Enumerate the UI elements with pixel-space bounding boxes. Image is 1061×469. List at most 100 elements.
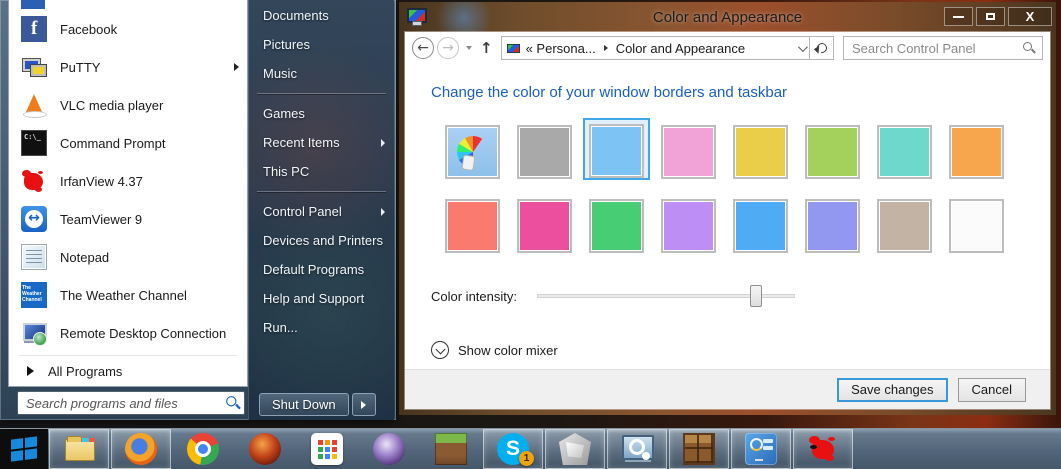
place-label: Documents bbox=[263, 8, 329, 23]
shut-down-button[interactable]: Shut Down bbox=[259, 393, 349, 416]
start-menu-place-recent-items[interactable]: Recent Items bbox=[249, 128, 394, 157]
start-menu-place-default-programs[interactable]: Default Programs bbox=[249, 255, 394, 284]
minimize-button[interactable] bbox=[944, 7, 973, 26]
swatch-color[interactable] bbox=[733, 199, 788, 253]
taskbar-button-palemoon[interactable] bbox=[235, 429, 295, 469]
taskbar-button-file-explorer[interactable] bbox=[49, 429, 109, 469]
color-swatch-white[interactable] bbox=[949, 199, 1021, 253]
start-menu-place-music[interactable]: Music bbox=[249, 59, 394, 88]
back-button[interactable]: ← bbox=[412, 37, 434, 59]
up-button[interactable]: ↑ bbox=[480, 41, 493, 56]
taskbar-button-minecraft-grass[interactable] bbox=[421, 429, 481, 469]
color-swatch-sky-blue[interactable] bbox=[589, 124, 661, 180]
recent-pages-dropdown[interactable] bbox=[466, 46, 472, 50]
taskbar-button-firefox[interactable] bbox=[111, 429, 171, 469]
color-swatch-gray[interactable] bbox=[517, 125, 589, 179]
start-menu-place-pictures[interactable]: Pictures bbox=[249, 30, 394, 59]
color-swatch-violet[interactable] bbox=[661, 199, 733, 253]
color-swatch-green[interactable] bbox=[589, 199, 661, 253]
taskbar-button-display-settings[interactable] bbox=[731, 429, 791, 469]
color-swatch-salmon-red[interactable] bbox=[445, 199, 517, 253]
taskbar-button-irfanview[interactable] bbox=[793, 429, 853, 469]
start-search-box[interactable] bbox=[17, 391, 245, 415]
command-prompt-icon bbox=[21, 130, 47, 156]
save-changes-button[interactable]: Save changes bbox=[837, 378, 947, 402]
start-menu-item-remote-desktop-connection[interactable]: Remote Desktop Connection bbox=[9, 314, 247, 352]
address-dropdown-icon[interactable] bbox=[798, 42, 808, 52]
shut-down-options-button[interactable] bbox=[352, 393, 376, 416]
start-menu-place-run-[interactable]: Run... bbox=[249, 313, 394, 342]
color-swatch-lime-green[interactable] bbox=[805, 125, 877, 179]
breadcrumb-current[interactable]: Color and Appearance bbox=[616, 41, 745, 56]
swatch-color[interactable] bbox=[517, 125, 572, 179]
control-panel-search-input[interactable] bbox=[850, 40, 1022, 57]
taskbar-button-sweet-home-3d[interactable] bbox=[545, 429, 605, 469]
color-swatch-automatic[interactable] bbox=[445, 125, 517, 179]
swatch-color[interactable] bbox=[589, 124, 644, 178]
swatch-color[interactable] bbox=[661, 125, 716, 179]
start-menu-place-documents[interactable]: Documents bbox=[249, 1, 394, 30]
color-swatch-blue[interactable] bbox=[733, 199, 805, 253]
refresh-button[interactable] bbox=[810, 36, 834, 60]
start-menu-item-facebook[interactable]: Facebook bbox=[9, 10, 247, 48]
color-swatch-row-2 bbox=[445, 197, 1050, 255]
swatch-color[interactable] bbox=[805, 199, 860, 253]
swatch-color[interactable] bbox=[805, 125, 860, 179]
start-menu-item-vlc-media-player[interactable]: VLC media player bbox=[9, 86, 247, 124]
save-changes-label: Save changes bbox=[851, 382, 933, 397]
start-menu-item-teamviewer-9[interactable]: TeamViewer 9 bbox=[9, 200, 247, 238]
chevron-down-icon[interactable] bbox=[431, 341, 449, 359]
cancel-button[interactable]: Cancel bbox=[958, 378, 1026, 402]
taskbar-button-screen-magnifier[interactable] bbox=[607, 429, 667, 469]
swatch-color[interactable] bbox=[517, 199, 572, 253]
taskbar-button-skype[interactable]: 1 bbox=[483, 429, 543, 469]
menu-item-label: VLC media player bbox=[60, 98, 163, 113]
swatch-color[interactable] bbox=[589, 199, 644, 253]
start-menu-place-this-pc[interactable]: This PC bbox=[249, 157, 394, 186]
swatch-color[interactable] bbox=[877, 199, 932, 253]
show-color-mixer[interactable]: Show color mixer bbox=[431, 341, 1050, 359]
taskbar-button-eclipse[interactable] bbox=[359, 429, 419, 469]
color-intensity-slider[interactable] bbox=[537, 285, 795, 307]
control-panel-search-box[interactable] bbox=[843, 36, 1043, 60]
swatch-color[interactable] bbox=[733, 125, 788, 179]
color-swatch-pink[interactable] bbox=[661, 125, 733, 179]
color-swatch-taupe[interactable] bbox=[877, 199, 949, 253]
start-menu-place-control-panel[interactable]: Control Panel bbox=[249, 197, 394, 226]
window-client-area: ← → ↑ « Persona... Color and Appearance bbox=[405, 32, 1050, 409]
taskbar-button-crafting-table[interactable] bbox=[669, 429, 729, 469]
close-button[interactable]: X bbox=[1008, 7, 1052, 26]
taskbar-button-app-grid[interactable] bbox=[297, 429, 357, 469]
start-menu-item-putty[interactable]: PuTTY bbox=[9, 48, 247, 86]
start-menu-place-games[interactable]: Games bbox=[249, 99, 394, 128]
swatch-color[interactable] bbox=[445, 125, 500, 179]
swatch-color[interactable] bbox=[445, 199, 500, 253]
swatch-color[interactable] bbox=[949, 199, 1004, 253]
notepad-icon bbox=[21, 244, 47, 270]
color-swatch-magenta-pink[interactable] bbox=[517, 199, 589, 253]
start-menu-item-the-weather-channel[interactable]: The Weather Channel bbox=[9, 276, 247, 314]
color-swatch-yellow[interactable] bbox=[733, 125, 805, 179]
swatch-color[interactable] bbox=[877, 125, 932, 179]
start-menu-item-notepad[interactable]: Notepad bbox=[9, 238, 247, 276]
title-bar[interactable]: Color and Appearance X bbox=[399, 2, 1056, 32]
color-swatch-orange[interactable] bbox=[949, 125, 1021, 179]
address-bar[interactable]: « Persona... Color and Appearance bbox=[501, 36, 810, 60]
start-menu-item-command-prompt[interactable]: Command Prompt bbox=[9, 124, 247, 162]
swatch-color[interactable] bbox=[661, 199, 716, 253]
start-menu-place-help-and-support[interactable]: Help and Support bbox=[249, 284, 394, 313]
color-swatch-periwinkle[interactable] bbox=[805, 199, 877, 253]
start-menu-place-devices-and-printers[interactable]: Devices and Printers bbox=[249, 226, 394, 255]
forward-button[interactable]: → bbox=[437, 37, 459, 59]
vlc-icon bbox=[21, 92, 47, 118]
breadcrumb-root[interactable]: « Persona... bbox=[526, 41, 596, 56]
start-menu-item-irfanview-4-37[interactable]: IrfanView 4.37 bbox=[9, 162, 247, 200]
color-swatch-turquoise[interactable] bbox=[877, 125, 949, 179]
slider-thumb[interactable] bbox=[750, 285, 762, 307]
swatch-color[interactable] bbox=[949, 125, 1004, 179]
all-programs-item[interactable]: All Programs bbox=[9, 358, 247, 384]
start-search-input[interactable] bbox=[24, 395, 226, 412]
maximize-button[interactable] bbox=[976, 7, 1005, 26]
start-button[interactable] bbox=[0, 429, 48, 469]
taskbar-button-chrome[interactable] bbox=[173, 429, 233, 469]
